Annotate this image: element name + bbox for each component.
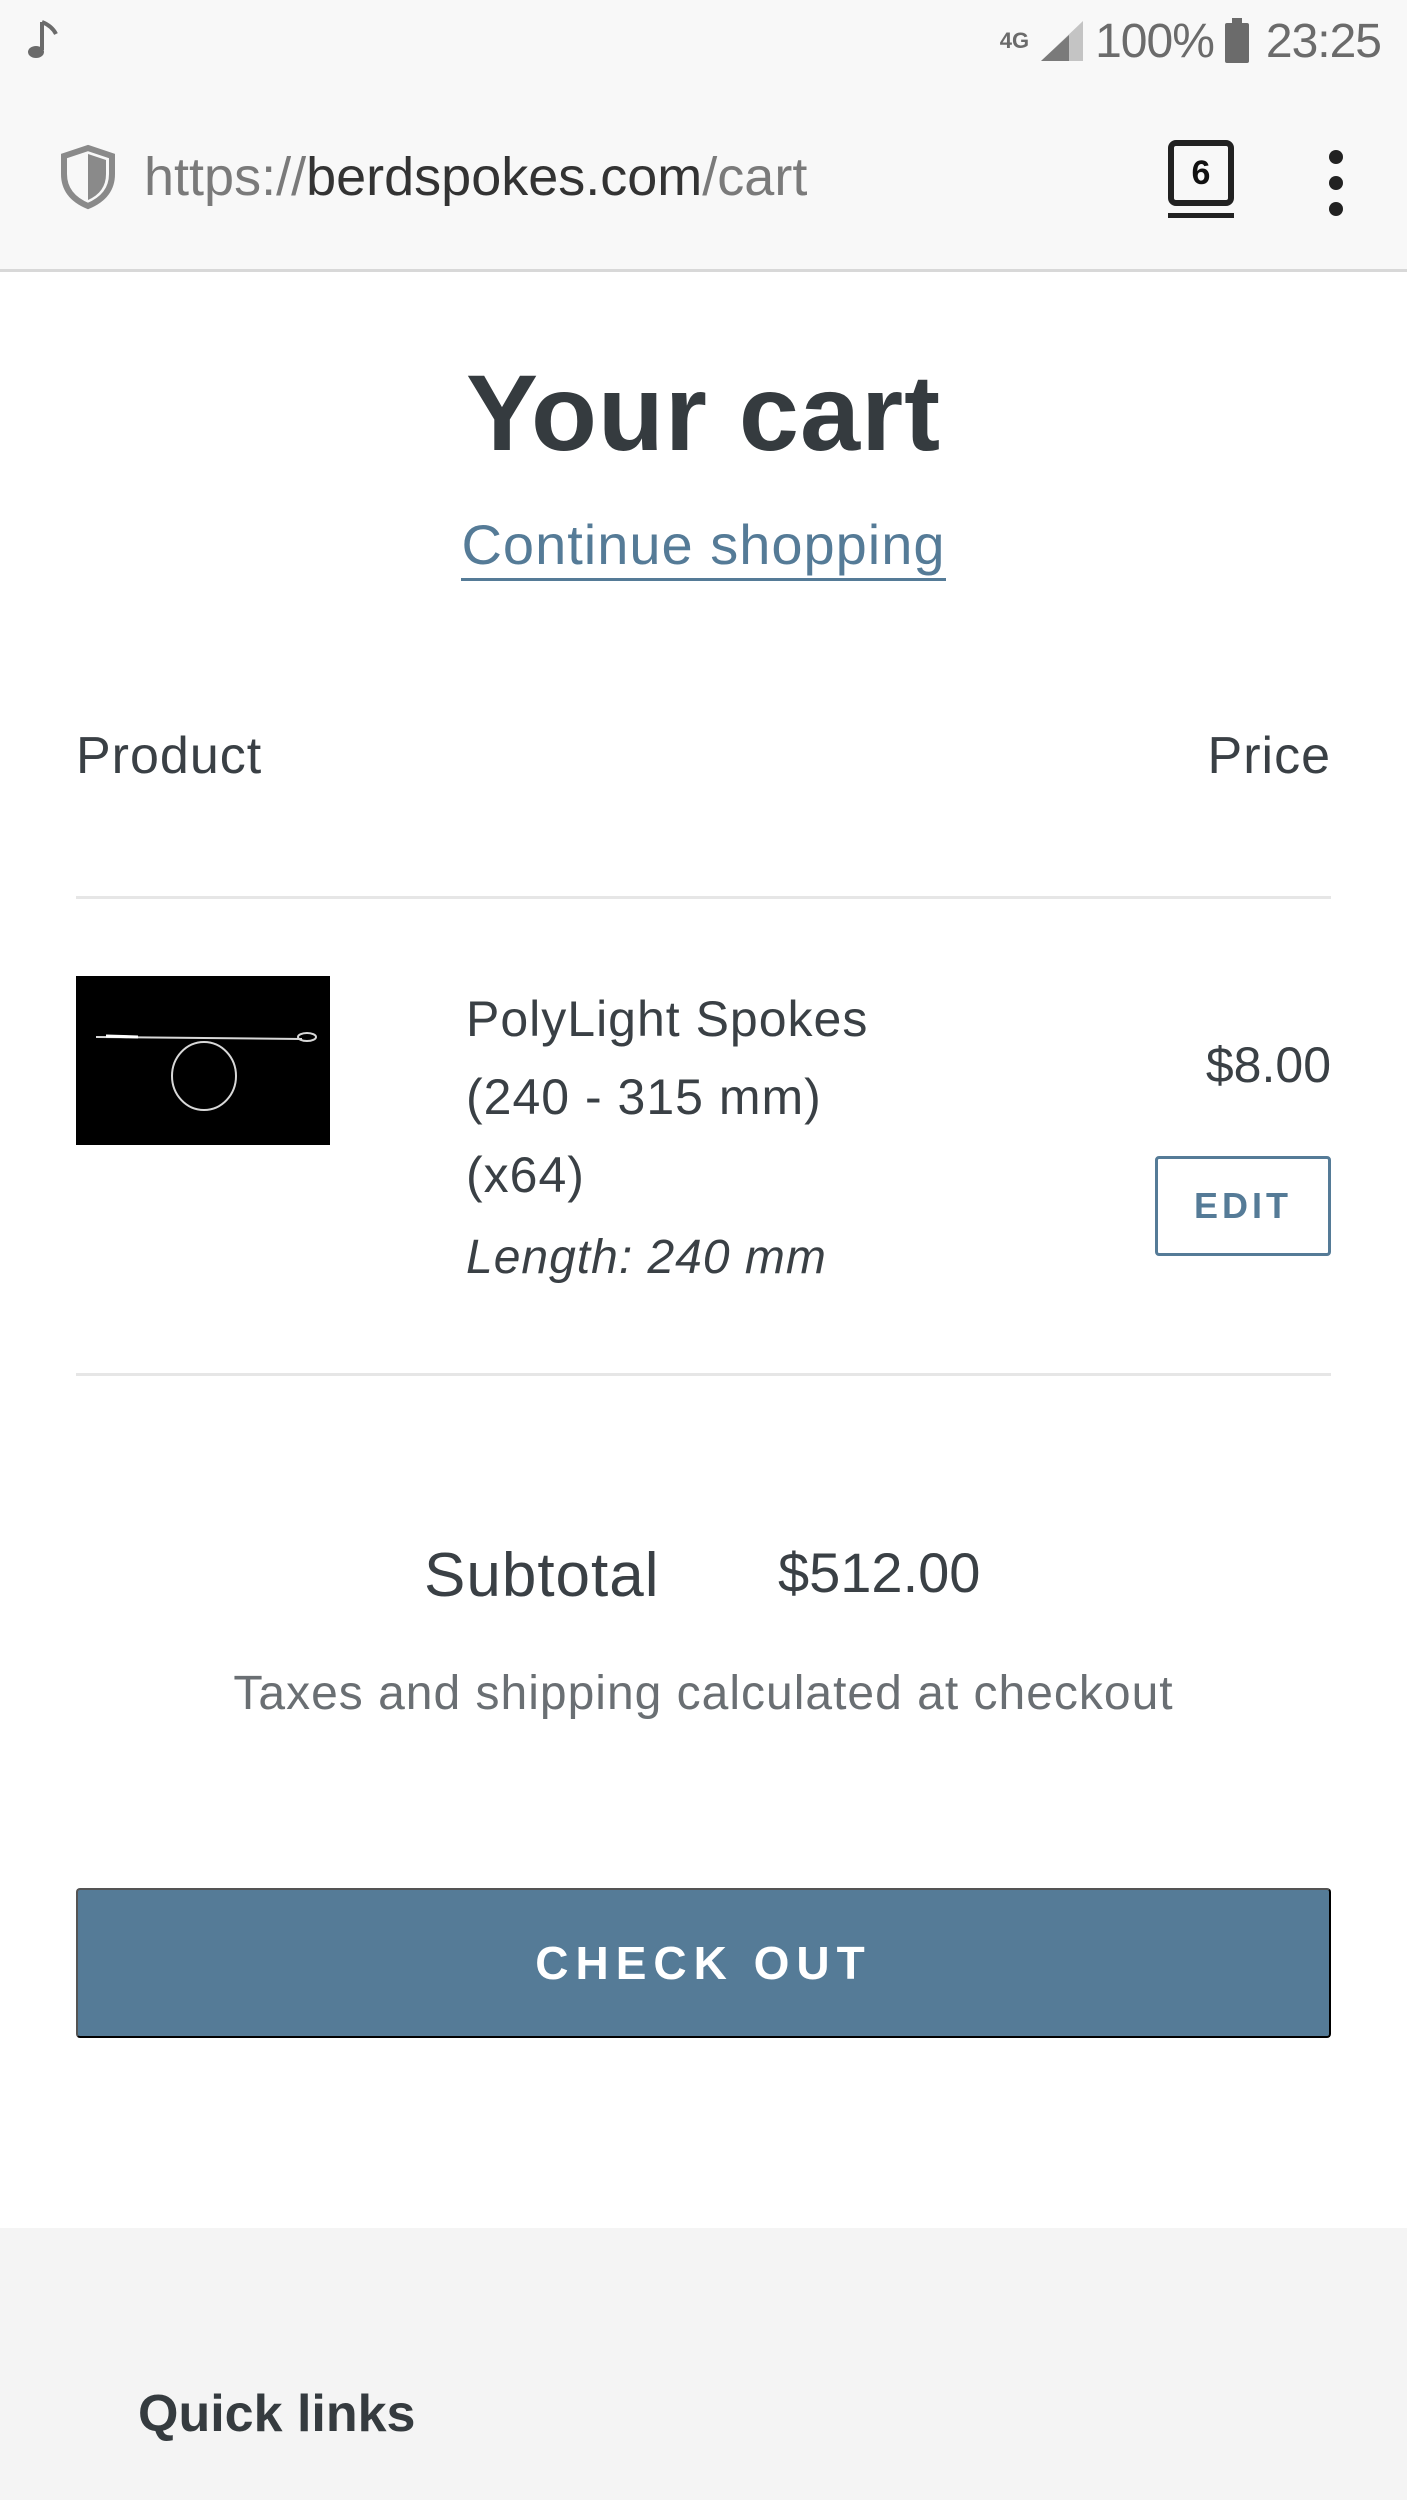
column-header-product: Product — [76, 727, 263, 785]
signal-icon — [1041, 21, 1084, 61]
url-path: /cart — [702, 147, 808, 207]
product-thumbnail[interactable] — [76, 976, 330, 1145]
column-header-price: Price — [1207, 727, 1331, 785]
battery-percent: 100% — [1095, 14, 1215, 68]
address-bar[interactable]: https://berdspokes.com/cart — [144, 144, 807, 210]
tab-switcher-underline — [1168, 213, 1234, 218]
edit-button[interactable]: EDIT — [1155, 1156, 1331, 1256]
tax-shipping-note: Taxes and shipping calculated at checkou… — [233, 1667, 1174, 1720]
clock: 23:25 — [1265, 14, 1382, 68]
status-bar: 4G 100% 23:25 — [0, 0, 1407, 82]
browser-toolbar: https://berdspokes.com/cart 6 — [0, 82, 1407, 272]
site-footer: Quick links — [0, 2228, 1407, 2500]
page: 4G 100% 23:25 https://berdspokes.com/car… — [0, 0, 1407, 2500]
divider — [76, 896, 1331, 899]
divider — [76, 1373, 1331, 1376]
tab-switcher-button[interactable]: 6 — [1168, 140, 1234, 206]
url-scheme: https:// — [144, 147, 307, 207]
line-item-price: $8.00 — [1205, 1037, 1331, 1093]
continue-shopping-wrapper: Continue shopping — [0, 512, 1407, 581]
network-type: 4G — [999, 28, 1030, 53]
subtotal-value: $512.00 — [778, 1541, 981, 1604]
product-title[interactable]: PolyLight Spokes (240 - 315 mm) (x64) — [466, 980, 896, 1214]
subtotal-label: Subtotal — [424, 1541, 660, 1610]
quick-links-heading: Quick links — [138, 2385, 416, 2443]
page-title: Your cart — [465, 352, 942, 473]
overflow-menu-icon[interactable] — [1322, 150, 1350, 230]
checkout-button[interactable]: CHECK OUT — [76, 1888, 1331, 2038]
continue-shopping-link[interactable]: Continue shopping — [461, 513, 946, 581]
music-note-icon — [28, 20, 58, 58]
product-variant: Length: 240 mm — [466, 1231, 827, 1284]
shield-icon[interactable] — [58, 144, 118, 210]
battery-icon — [1224, 18, 1249, 63]
url-host: berdspokes.com — [306, 147, 703, 207]
